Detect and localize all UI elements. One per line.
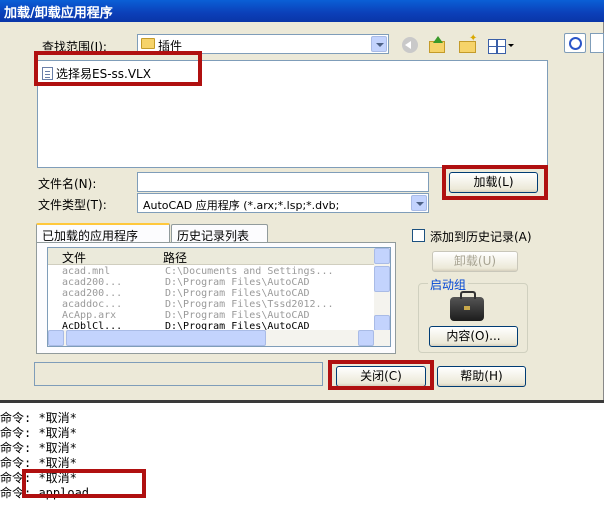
up-folder-icon[interactable] (428, 36, 448, 54)
title-bar: 加载/卸载应用程序 (0, 0, 604, 22)
file-name-input[interactable] (137, 172, 429, 192)
search-web-icon[interactable] (564, 33, 586, 53)
dialog-title: 加载/卸载应用程序 (4, 6, 113, 21)
tab-loaded-apps[interactable]: 已加载的应用程序 (36, 223, 170, 244)
scroll-thumb[interactable] (374, 266, 390, 292)
loaded-apps-table[interactable]: 文件 路径 acad.mnl C:\Documents and Settings.… (47, 247, 391, 347)
file-item-label: 选择易ES-ss.VLX (56, 67, 151, 81)
command-line-window[interactable]: 命令: *取消* 命令: *取消* 命令: *取消* 命令: *取消* 命令: … (0, 400, 604, 505)
tab-history-list[interactable]: 历史记录列表 (171, 224, 268, 243)
folder-icon (141, 38, 155, 49)
help-button[interactable]: 帮助(H) (437, 366, 526, 387)
row-file: acaddoc... (62, 299, 123, 310)
appload-dialog: 加载/卸载应用程序 查找范围(I): 插件 选择易ES-ss.VLX 文件名(N… (0, 0, 604, 400)
row-path: D:\Program Files\AutoCAD (165, 288, 310, 299)
scroll-right-icon[interactable] (358, 330, 374, 346)
table-row[interactable]: acad200... D:\Program Files\AutoCAD (48, 288, 376, 299)
row-file: acad200... (62, 277, 123, 288)
scroll-down-icon[interactable] (374, 315, 390, 331)
table-row[interactable]: acad.mnl C:\Documents and Settings... (48, 266, 376, 277)
row-path: D:\Program Files\Tssd2012... (165, 299, 334, 310)
vertical-scrollbar[interactable] (374, 248, 390, 331)
tools-icon[interactable] (590, 33, 604, 53)
file-icon (42, 67, 53, 80)
file-name-label: 文件名(N): (38, 177, 97, 191)
row-file: acad200... (62, 288, 123, 299)
column-file[interactable]: 文件 (62, 249, 86, 266)
file-type-label: 文件类型(T): (38, 198, 107, 212)
scroll-thumb[interactable] (66, 330, 266, 346)
look-in-combo[interactable]: 插件 (137, 34, 389, 54)
file-type-value: AutoCAD 应用程序 (*.arx;*.lsp;*.dvb; (143, 199, 340, 212)
add-to-history-checkbox[interactable] (412, 229, 425, 242)
console-line: 命令: appload (0, 486, 90, 500)
row-file: acad.mnl (62, 266, 111, 277)
scroll-up-icon[interactable] (374, 248, 390, 264)
look-in-label: 查找范围(I): (42, 40, 107, 54)
table-row[interactable]: acad200... D:\Program Files\AutoCAD (48, 277, 376, 288)
file-list[interactable]: 选择易ES-ss.VLX (37, 60, 548, 168)
column-path[interactable]: 路径 (163, 249, 187, 266)
scroll-left-icon[interactable] (48, 330, 64, 346)
contents-button[interactable]: 内容(O)... (429, 326, 518, 347)
status-box (34, 362, 323, 386)
table-header: 文件 路径 (48, 248, 376, 265)
horizontal-scrollbar[interactable] (48, 330, 390, 346)
row-path: D:\Program Files\AutoCAD (165, 277, 310, 288)
views-menu-icon[interactable] (487, 36, 514, 54)
row-path: D:\Program Files\AutoCAD (165, 310, 310, 321)
chevron-down-icon[interactable] (411, 195, 427, 211)
chevron-down-icon[interactable] (371, 36, 387, 52)
row-file: AcApp.arx (62, 310, 117, 321)
table-row[interactable]: acaddoc... D:\Program Files\Tssd2012... (48, 299, 376, 310)
add-to-history-label: 添加到历史记录(A) (430, 230, 532, 244)
unload-button[interactable]: 卸载(U) (432, 251, 518, 272)
file-type-combo[interactable]: AutoCAD 应用程序 (*.arx;*.lsp;*.dvb; (137, 193, 429, 213)
close-button[interactable]: 关闭(C) (336, 366, 426, 387)
row-path: C:\Documents and Settings... (165, 266, 334, 277)
file-item[interactable]: 选择易ES-ss.VLX (42, 65, 151, 82)
look-in-value: 插件 (158, 39, 183, 53)
back-arrow-icon[interactable] (402, 37, 418, 53)
new-folder-icon[interactable] (458, 33, 478, 54)
briefcase-icon (450, 291, 484, 321)
table-row[interactable]: AcApp.arx D:\Program Files\AutoCAD (48, 310, 376, 321)
load-button[interactable]: 加载(L) (449, 172, 538, 193)
